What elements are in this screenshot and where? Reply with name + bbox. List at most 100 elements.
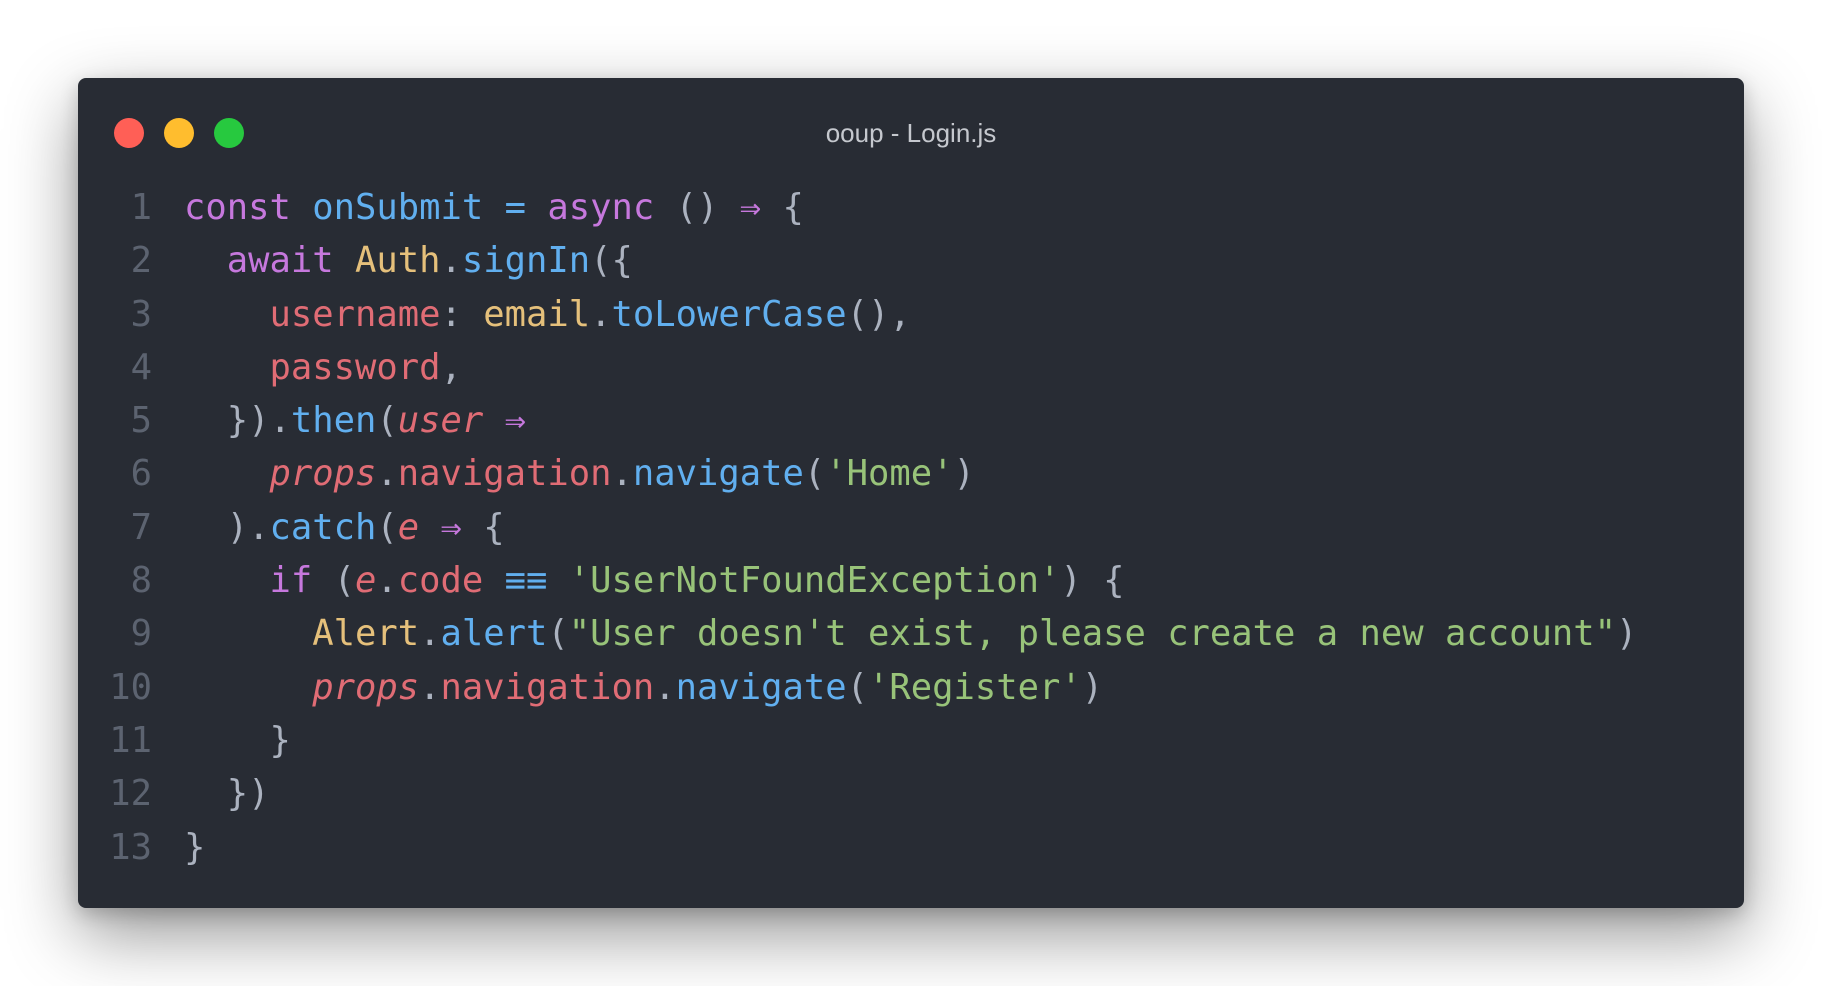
code-token: ) — [1616, 613, 1638, 655]
code-token: ( — [547, 613, 569, 655]
code-token: password — [269, 346, 441, 388]
code-token: navigation — [440, 666, 655, 708]
line-number: 5 — [130, 400, 152, 442]
code-token: ⇒ — [440, 506, 462, 548]
code-text: props.navigation.navigate('Register') — [152, 661, 1103, 714]
code-token: navigation — [397, 453, 612, 495]
code-text: }) — [152, 767, 270, 820]
code-token: ≡≡ — [504, 560, 548, 602]
code-text: password, — [152, 341, 462, 394]
code-token: await — [226, 240, 334, 282]
line-number: 7 — [130, 506, 152, 548]
code-token: { — [761, 187, 804, 228]
code-text: } — [152, 714, 291, 767]
code-token: Auth — [355, 240, 441, 282]
line-number: 11 — [109, 719, 152, 761]
code-token: 'Register' — [867, 666, 1082, 708]
code-token: if — [269, 560, 313, 602]
code-line: 11 } — [78, 714, 1744, 767]
code-token: Alert — [312, 613, 420, 655]
code-token: ) — [1081, 666, 1104, 708]
line-number: 1 — [130, 187, 152, 228]
code-token: username — [269, 293, 441, 335]
code-token: onSubmit — [312, 187, 484, 228]
code-text: await Auth.signIn({ — [152, 234, 633, 287]
code-token: const — [184, 187, 313, 228]
code-token: ( — [312, 560, 355, 602]
code-text: }).then(user ⇒ — [152, 394, 526, 447]
code-text: ).catch(e ⇒ { — [152, 501, 505, 554]
code-line: 13} — [78, 821, 1744, 874]
code-token: . — [440, 240, 462, 282]
code-token: . — [419, 613, 441, 655]
code-token: . — [590, 293, 612, 335]
code-token: ( — [376, 506, 398, 548]
code-token: navigate — [675, 666, 847, 708]
code-token: (), — [846, 293, 911, 335]
code-text: Alert.alert("User doesn't exist, please … — [152, 607, 1637, 660]
code-token: }). — [184, 400, 291, 442]
code-text: const onSubmit = async () ⇒ { — [152, 181, 804, 234]
code-token: . — [654, 666, 676, 708]
code-token: } — [184, 826, 206, 868]
code-editor: 1 const onSubmit = async () ⇒ {2 await Au… — [78, 181, 1744, 874]
code-token: ({ — [590, 240, 633, 282]
code-token: } — [184, 719, 291, 761]
code-token: then — [290, 400, 377, 442]
code-token: catch — [269, 506, 377, 548]
code-text: } — [152, 821, 205, 874]
code-token: = — [504, 187, 526, 228]
code-token: () — [654, 187, 740, 228]
code-window: ooup - Login.js 1 const onSubmit = async … — [78, 78, 1744, 908]
code-token: 'Home' — [825, 453, 954, 495]
code-token: props — [312, 666, 420, 708]
line-number: 2 — [130, 240, 152, 282]
code-line: 7 ).catch(e ⇒ { — [78, 501, 1744, 554]
line-number: 3 — [130, 293, 152, 335]
line-number: 8 — [130, 560, 152, 602]
code-token: e — [355, 560, 377, 602]
code-text: props.navigation.navigate('Home') — [152, 447, 975, 500]
line-number: 10 — [109, 666, 152, 708]
code-token: props — [269, 453, 377, 495]
code-line: 6 props.navigation.navigate('Home') — [78, 447, 1744, 500]
code-token: 'UserNotFoundException' — [568, 560, 1061, 602]
code-token: alert — [440, 613, 548, 655]
code-token: user — [397, 400, 484, 442]
code-token: toLowerCase — [611, 293, 847, 335]
code-line: 4 password, — [78, 341, 1744, 394]
code-token: code — [397, 560, 484, 602]
code-token: }) — [184, 773, 270, 815]
code-token: ⇒ — [739, 187, 762, 228]
code-token: email — [483, 293, 591, 335]
code-token: "User doesn't exist, please create a new… — [568, 613, 1617, 655]
line-number: 4 — [130, 346, 152, 388]
code-token: ( — [803, 453, 826, 495]
line-number: 6 — [130, 453, 152, 495]
code-token: e — [397, 506, 420, 548]
code-text: username: email.toLowerCase(), — [152, 288, 911, 341]
code-line: 5 }).then(user ⇒ — [78, 394, 1744, 447]
code-token: . — [611, 453, 633, 495]
code-line: 1 const onSubmit = async () ⇒ { — [78, 181, 1744, 234]
code-text: if (e.code ≡≡ 'UserNotFoundException') { — [152, 554, 1125, 607]
code-line: 12 }) — [78, 767, 1744, 820]
code-line: 2 await Auth.signIn({ — [78, 234, 1744, 287]
title-bar: ooup - Login.js — [78, 78, 1744, 174]
code-token: ). — [184, 506, 270, 548]
code-token: async — [547, 187, 655, 228]
line-number: 13 — [109, 826, 152, 868]
line-number: 9 — [130, 613, 152, 655]
code-token: ⇒ — [504, 400, 526, 442]
